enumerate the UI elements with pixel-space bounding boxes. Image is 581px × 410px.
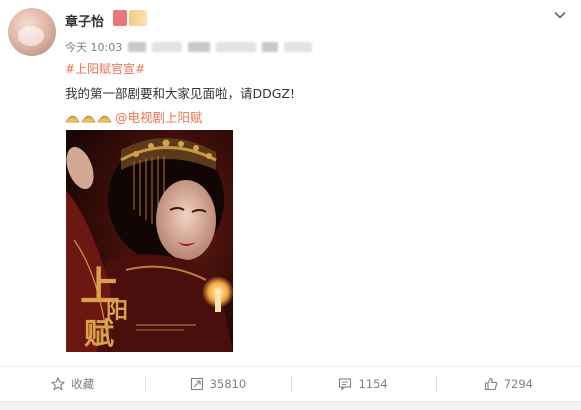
avatar[interactable] bbox=[8, 8, 56, 56]
mention-link[interactable]: @电视剧上阳赋 bbox=[115, 107, 203, 126]
like-icon bbox=[484, 377, 497, 391]
redacted-text bbox=[188, 42, 211, 52]
vip-badge-icon bbox=[113, 10, 127, 26]
mention-line: @电视剧上阳赋 bbox=[65, 107, 203, 126]
repost-count: 35810 bbox=[209, 377, 247, 391]
star-icon bbox=[51, 377, 66, 391]
repost-button[interactable]: 35810 bbox=[145, 367, 290, 401]
post-text: 我的第一部剧要和大家见面啦，请DDGZ! bbox=[65, 86, 296, 101]
emoji-icon bbox=[97, 115, 112, 123]
redacted-text bbox=[152, 42, 183, 52]
redacted-text bbox=[284, 42, 313, 52]
like-count: 7294 bbox=[503, 377, 534, 391]
user-badges bbox=[113, 10, 151, 26]
post-meta: 今天 10:03 bbox=[65, 39, 313, 55]
drama-poster-image[interactable]: 上 阳 赋 bbox=[66, 130, 233, 352]
timestamp[interactable]: 今天 10:03 bbox=[65, 39, 122, 55]
redacted-text bbox=[128, 42, 147, 52]
poster-illustration: 上 阳 赋 bbox=[66, 130, 233, 352]
redacted-text bbox=[262, 42, 279, 52]
emoji-icon bbox=[81, 115, 96, 123]
comment-count: 1154 bbox=[358, 377, 388, 391]
redacted-text bbox=[216, 42, 257, 52]
username[interactable]: 章子怡 bbox=[65, 11, 104, 30]
weibo-post-card: 章子怡 今天 10:03 #上阳赋官宣# 我的第一部剧要和大家见面啦，请DDGZ… bbox=[0, 0, 581, 410]
comment-button[interactable]: 1154 bbox=[290, 367, 436, 401]
favorite-label: 收藏 bbox=[71, 377, 95, 391]
like-button[interactable]: 7294 bbox=[435, 367, 581, 401]
repost-icon bbox=[190, 377, 203, 391]
favorite-button[interactable]: 收藏 bbox=[0, 367, 145, 401]
comment-icon bbox=[339, 378, 352, 391]
topic-link[interactable]: #上阳赋官宣# bbox=[65, 60, 145, 77]
poster-title-glyph: 赋 bbox=[84, 317, 114, 352]
emoji-icon bbox=[65, 115, 80, 123]
action-bar: 收藏 35810 1154 7294 bbox=[0, 366, 581, 401]
level-badge-icon bbox=[129, 10, 147, 26]
chevron-down-icon[interactable] bbox=[553, 8, 567, 22]
